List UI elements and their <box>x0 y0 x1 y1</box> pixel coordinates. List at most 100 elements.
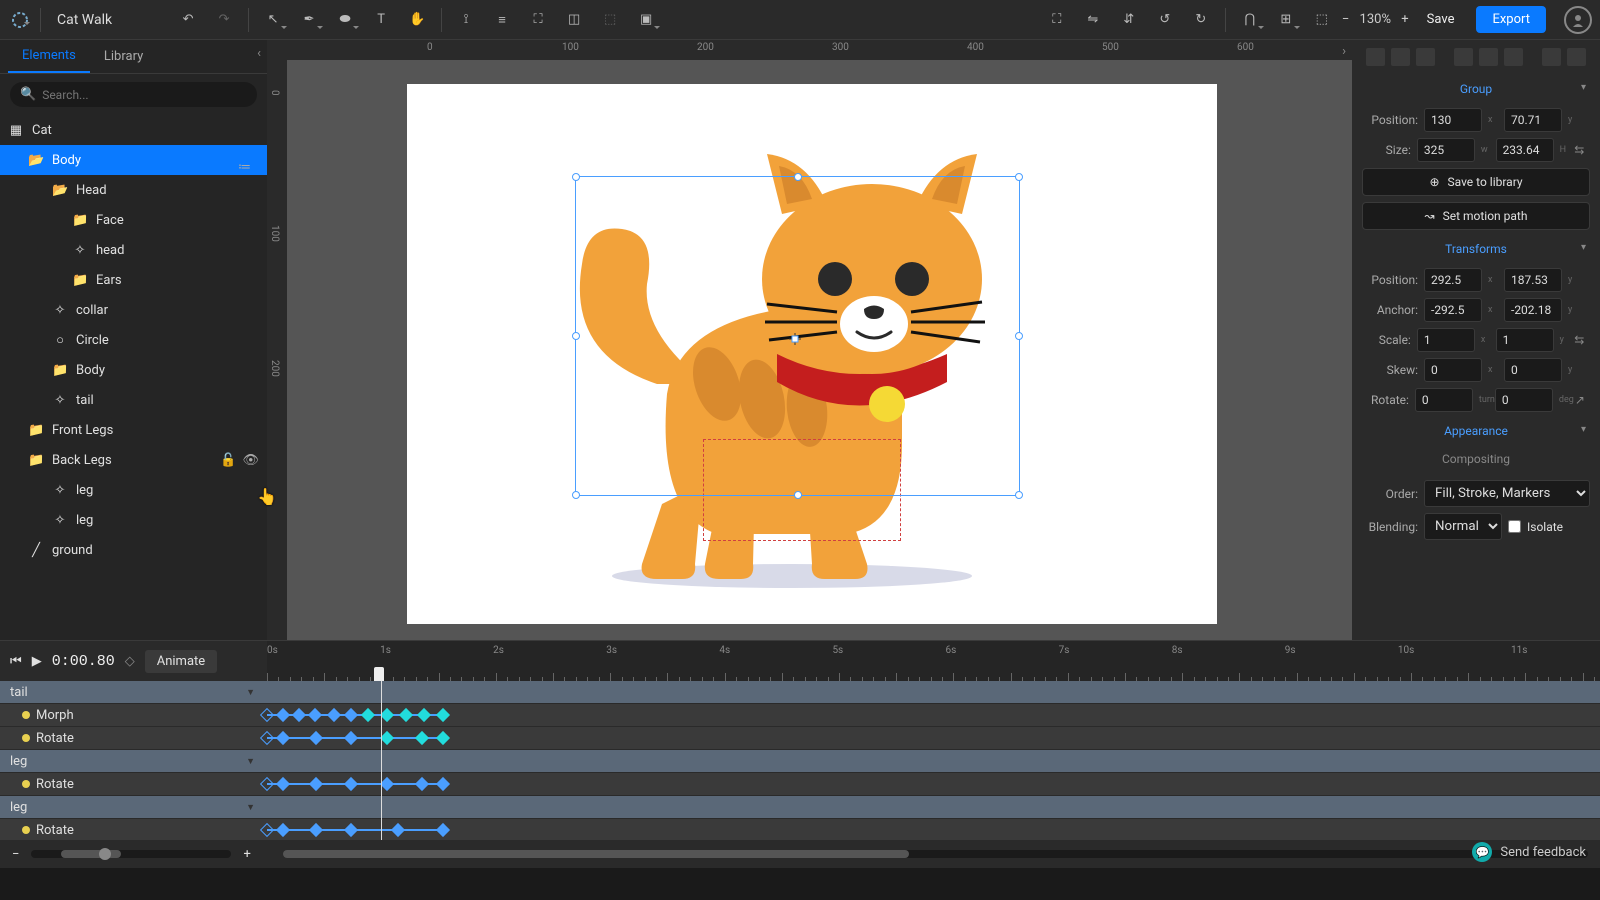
tree-item-back-legs[interactable]: 📁Back Legs🔓👁 <box>0 445 267 475</box>
visibility-icon[interactable]: 👁 <box>242 453 259 468</box>
position-y-input[interactable] <box>1504 108 1562 132</box>
tree-item-collar[interactable]: ✧collar <box>0 295 267 325</box>
align-left-icon[interactable] <box>1366 48 1385 66</box>
undo-icon[interactable]: ↶ <box>172 4 204 36</box>
tree-item-cat[interactable]: ▦Cat <box>0 115 267 145</box>
keyframe[interactable] <box>276 708 290 722</box>
collapse-icon[interactable]: ▼ <box>246 756 255 767</box>
playhead-marker[interactable] <box>374 667 384 681</box>
keyframe[interactable] <box>380 777 394 791</box>
redo-icon[interactable]: ↷ <box>208 4 240 36</box>
keyframe[interactable] <box>309 777 323 791</box>
rewind-icon[interactable]: ⏮ <box>10 654 22 669</box>
tree-item-ears[interactable]: 📁Ears <box>0 265 267 295</box>
align-right-icon[interactable] <box>1416 48 1435 66</box>
keyframe[interactable] <box>380 731 394 745</box>
align-center-h-icon[interactable] <box>1391 48 1410 66</box>
anchor-y-input[interactable] <box>1504 298 1562 322</box>
keyframe[interactable] <box>292 708 306 722</box>
isolate-checkbox[interactable] <box>1508 520 1521 533</box>
keyframe[interactable] <box>276 823 290 837</box>
keyframe[interactable] <box>308 708 322 722</box>
zoom-value[interactable]: 130% <box>1355 12 1395 27</box>
tree-item-ground[interactable]: ╱ground <box>0 535 267 565</box>
pen-tool-icon[interactable]: ✒ <box>293 4 325 36</box>
save-to-library-button[interactable]: ⊕Save to library <box>1362 168 1590 196</box>
collapse-sidebar-icon[interactable]: ‹ <box>257 46 261 61</box>
rotate-turn-input[interactable] <box>1415 388 1473 412</box>
link-scale-icon[interactable]: ⇆ <box>1574 333 1590 347</box>
keyframe[interactable] <box>309 731 323 745</box>
collapse-icon[interactable]: ▼ <box>246 802 255 813</box>
collapse-icon[interactable]: ▼ <box>246 687 255 698</box>
track-rotate[interactable]: Rotate <box>0 819 1600 840</box>
user-avatar[interactable] <box>1564 6 1592 34</box>
link-size-icon[interactable]: ⇆ <box>1574 143 1590 157</box>
keyframe-mode-icon[interactable]: ◇ <box>125 654 135 669</box>
layers-icon[interactable]: ≡ <box>486 4 518 36</box>
rotate-cw-icon[interactable]: ↻ <box>1185 4 1217 36</box>
tab-library[interactable]: Library <box>90 41 157 72</box>
flip-v-icon[interactable]: ⇵ <box>1113 4 1145 36</box>
keyframe[interactable] <box>436 731 450 745</box>
tree-item-body[interactable]: 📂Body <box>0 145 267 175</box>
tree-item-head[interactable]: 📂Head <box>0 175 267 205</box>
artboard[interactable] <box>407 84 1217 624</box>
flip-h-icon[interactable]: ⇋ <box>1077 4 1109 36</box>
section-transforms[interactable]: Transforms <box>1362 236 1590 262</box>
keyframe[interactable] <box>344 731 358 745</box>
timeline-zoom-scroll[interactable] <box>31 850 231 858</box>
playhead[interactable] <box>381 681 382 840</box>
size-h-input[interactable] <box>1496 138 1554 162</box>
tab-elements[interactable]: Elements <box>8 40 90 73</box>
track-rotate[interactable]: Rotate <box>0 773 1600 796</box>
track-leg[interactable]: leg▼ <box>0 750 1600 773</box>
tree-item-body[interactable]: 📁Body <box>0 355 267 385</box>
align-top-icon[interactable] <box>1454 48 1473 66</box>
rotate-ccw-icon[interactable]: ↺ <box>1149 4 1181 36</box>
play-icon[interactable]: ▶ <box>32 654 42 669</box>
distribute-v-icon[interactable] <box>1567 48 1586 66</box>
timeline-ruler[interactable]: 0s1s2s3s4s5s6s7s8s9s10s11s <box>267 641 1582 681</box>
clip-icon[interactable]: ⬚ <box>594 4 626 36</box>
rotate-reset-icon[interactable]: ↗ <box>1575 393 1590 407</box>
anchor-x-input[interactable] <box>1424 298 1482 322</box>
fit-icon[interactable]: ⛶ <box>1041 4 1073 36</box>
transform-icon[interactable]: ⛶ <box>522 4 554 36</box>
track-tail[interactable]: tail▼ <box>0 681 1600 704</box>
zoom-out-icon[interactable]: − <box>1342 12 1349 27</box>
filter-icon[interactable]: ≔ <box>238 160 251 175</box>
blending-select[interactable]: Normal <box>1424 513 1502 540</box>
animate-button[interactable]: Animate <box>145 650 217 673</box>
position-x-input[interactable] <box>1424 108 1482 132</box>
keyframe[interactable] <box>361 708 375 722</box>
t-pos-x-input[interactable] <box>1424 268 1482 292</box>
grid-icon[interactable]: ⊞ <box>1270 4 1302 36</box>
zoom-tl-in-icon[interactable]: + <box>243 847 250 862</box>
send-feedback-button[interactable]: 💬Send feedback <box>1472 842 1586 862</box>
tree-item-front-legs[interactable]: 📁Front Legs <box>0 415 267 445</box>
keyframe[interactable] <box>276 777 290 791</box>
lock-icon[interactable]: 🔓 <box>220 453 236 468</box>
t-pos-y-input[interactable] <box>1504 268 1562 292</box>
set-motion-path-button[interactable]: ↝Set motion path <box>1362 202 1590 230</box>
track-morph[interactable]: Morph <box>0 704 1600 727</box>
keyframe[interactable] <box>399 708 413 722</box>
align-center-v-icon[interactable] <box>1479 48 1498 66</box>
tree-item-leg[interactable]: ✧leg <box>0 475 267 505</box>
save-button[interactable]: Save <box>1413 6 1469 33</box>
selection-box[interactable] <box>575 176 1020 496</box>
keyframe[interactable] <box>380 708 394 722</box>
keyframe[interactable] <box>344 823 358 837</box>
canvas[interactable]: 0100200300400500600 0100200 › <box>267 40 1352 640</box>
keyframe[interactable] <box>436 823 450 837</box>
keyframe[interactable] <box>327 708 341 722</box>
boolean-icon[interactable]: ▣ <box>630 4 662 36</box>
order-select[interactable]: Fill, Stroke, Markers <box>1424 480 1590 507</box>
export-button[interactable]: Export <box>1476 6 1546 33</box>
section-appearance[interactable]: Appearance <box>1362 418 1590 444</box>
skew-x-input[interactable] <box>1424 358 1482 382</box>
keyframe[interactable] <box>309 823 323 837</box>
keyframe[interactable] <box>276 731 290 745</box>
section-group[interactable]: Group <box>1362 76 1590 102</box>
